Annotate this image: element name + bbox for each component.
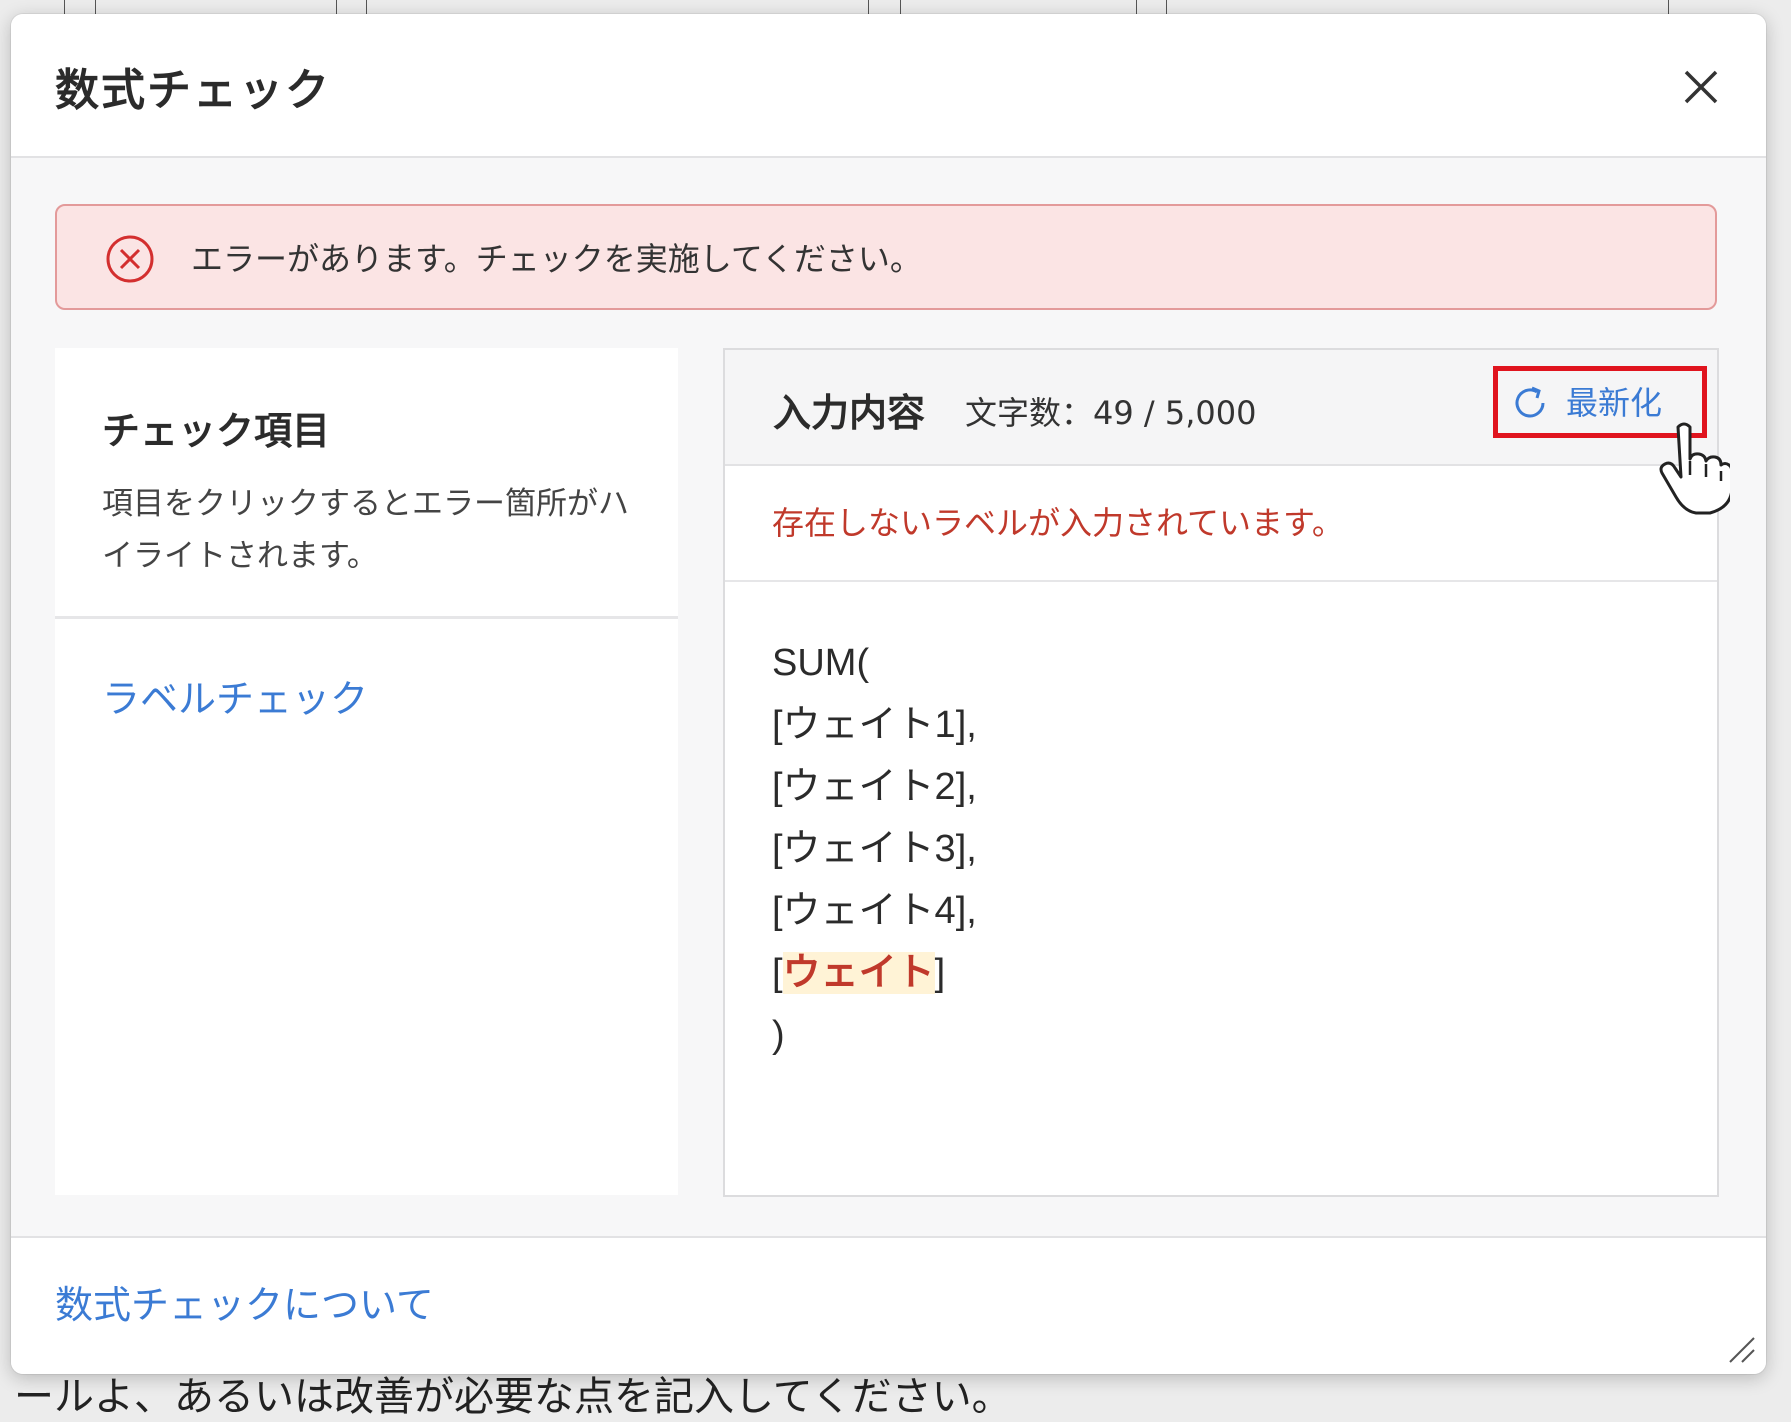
formula-line: SUM( [772, 642, 870, 684]
formula-bracket: [ [772, 952, 783, 994]
bg-grid-line [868, 0, 869, 14]
dialog-title: 数式チェック [55, 65, 331, 116]
dialog-footer: 数式チェックについて [11, 1236, 1766, 1374]
background-text: ールよ、あるいは改善が必要な点を記入してください。 [14, 1374, 1012, 1420]
dialog-header: 数式チェック [11, 14, 1766, 158]
formula-line: [ウェイト3], [772, 828, 977, 870]
formula-line: ) [772, 1014, 785, 1056]
input-content-title: 入力内容 [773, 391, 926, 435]
bg-grid-line [64, 0, 65, 14]
error-alert: エラーがあります。チェックを実施してください。 [55, 204, 1717, 310]
check-items-header: チェック項目 項目をクリックするとエラー箇所がハイライトされます。 [55, 348, 678, 619]
check-items-panel: チェック項目 項目をクリックするとエラー箇所がハイライトされます。 ラベルチェッ… [55, 348, 678, 1195]
input-content-header: 入力内容 文字数：49 / 5,000 最新化 [725, 350, 1730, 515]
alert-message: エラーがあります。チェックを実施してください。 [191, 240, 922, 278]
formula-line: [ウェイト1], [772, 704, 977, 746]
about-formula-check-link[interactable]: 数式チェックについて [55, 1274, 434, 1329]
highlighted-invalid-label: ウェイト [782, 952, 935, 994]
formula-line: [ウェイト4], [772, 890, 977, 932]
error-circle-icon [106, 235, 154, 283]
label-error-row: 存在しないラベルが入力されています。 [725, 464, 1717, 582]
char-count: 文字数：49 / 5,000 [965, 394, 1257, 432]
refresh-icon [1515, 386, 1545, 418]
bg-grid-line [336, 0, 337, 14]
refresh-button[interactable]: 最新化 [1493, 366, 1730, 515]
formula-bracket: ] [934, 952, 946, 994]
formula-content: SUM( [ウェイト1], [ウェイト2], [ウェイト3], [ウェイト4],… [772, 632, 977, 1066]
refresh-label: 最新化 [1566, 384, 1663, 422]
bg-grid-line [1668, 0, 1669, 14]
bg-grid-line [1136, 0, 1137, 14]
bg-grid-line [1166, 0, 1167, 14]
close-button[interactable] [1676, 62, 1726, 112]
check-items-title: チェック項目 [102, 409, 331, 453]
formula-line-error: [ウェイト] [772, 942, 977, 1004]
close-icon [1684, 70, 1718, 104]
bg-grid-line [900, 0, 901, 14]
bg-grid-line [366, 0, 367, 14]
bg-grid-line [95, 0, 96, 14]
label-error-message: 存在しないラベルが入力されています。 [772, 504, 1344, 542]
formula-line: [ウェイト2], [772, 766, 977, 808]
formula-check-dialog: 数式チェック エラーがあります。チェックを実施してください。 チェック項目 項目… [11, 14, 1766, 1374]
input-content-panel: 入力内容 文字数：49 / 5,000 最新化 存在しないラベルが入力されていま… [723, 348, 1730, 1197]
resize-grip-icon[interactable] [1726, 1334, 1756, 1364]
check-item-label-check[interactable]: ラベルチェック [102, 668, 368, 723]
check-items-description: 項目をクリックするとエラー箇所がハイライトされます。 [102, 486, 629, 574]
